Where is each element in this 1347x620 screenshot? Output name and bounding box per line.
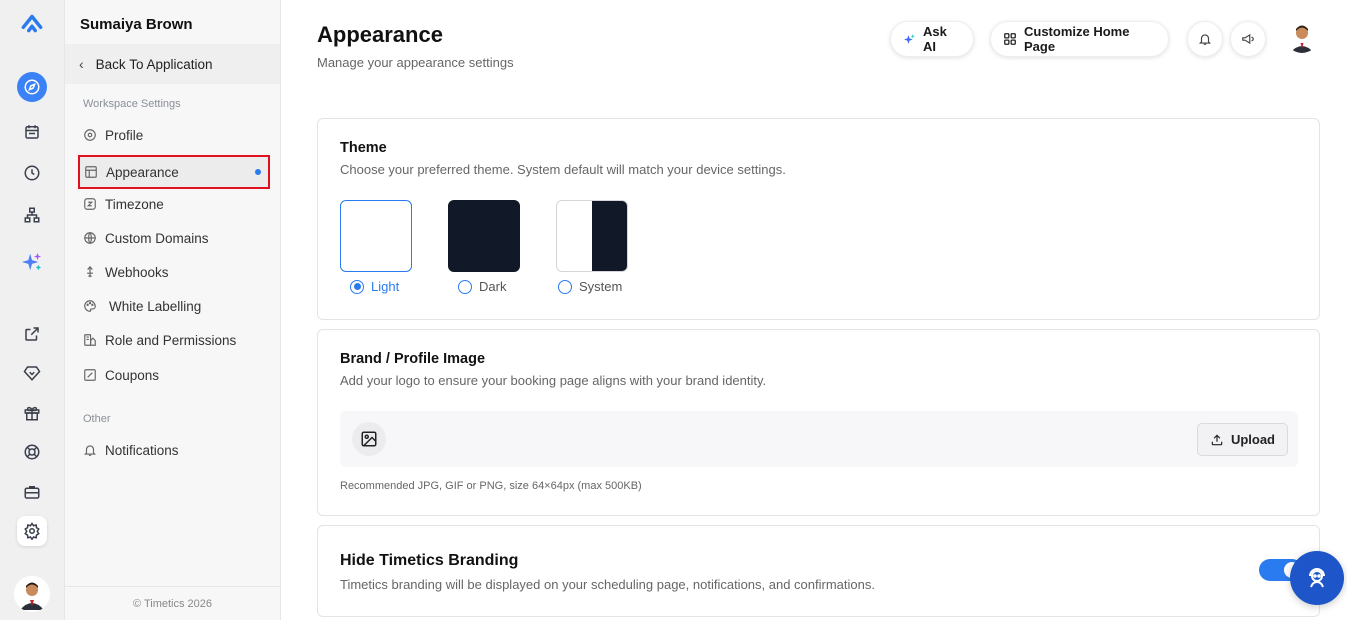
sidebar-item-appearance[interactable]: Appearance — [78, 155, 270, 189]
bell-icon — [1198, 32, 1212, 46]
radio-unselected-icon — [558, 279, 572, 294]
sidebar-item-label: Notifications — [105, 442, 179, 458]
sidebar-item-label: Custom Domains — [105, 230, 209, 246]
upload-icon — [1210, 433, 1224, 447]
theme-card: Theme Choose your preferred theme. Syste… — [317, 118, 1320, 320]
branding-description: Timetics branding will be displayed on y… — [340, 577, 875, 592]
theme-radio-light[interactable]: Light — [350, 279, 399, 294]
user-avatar[interactable] — [14, 576, 50, 612]
theme-option-label: Dark — [479, 279, 507, 294]
back-label: Back To Application — [95, 56, 213, 72]
sidebar-item-role-and-permissions[interactable]: Role and Permissions — [79, 325, 269, 355]
support-agent-icon — [1305, 566, 1329, 590]
theme-title: Theme — [340, 140, 387, 156]
coupon-icon — [83, 368, 97, 382]
sparkles-icon[interactable] — [17, 247, 47, 277]
external-link-icon[interactable] — [17, 319, 47, 349]
branding-title: Hide Timetics Branding — [340, 552, 519, 569]
sidebar-item-profile[interactable]: Profile — [79, 120, 269, 150]
role-icon — [83, 333, 97, 347]
gem-icon[interactable] — [17, 358, 47, 388]
layout-icon — [84, 165, 98, 179]
theme-preview-dark[interactable] — [448, 200, 520, 272]
brand-title: Brand / Profile Image — [340, 351, 486, 367]
section-label-workspace: Workspace Settings — [83, 98, 181, 110]
calendar-icon[interactable] — [17, 117, 47, 147]
gift-icon[interactable] — [17, 398, 47, 428]
customize-label: Customize Home Page — [1024, 24, 1130, 54]
sidebar-item-coupons[interactable]: Coupons — [79, 360, 269, 390]
radio-unselected-icon — [458, 279, 472, 294]
sidebar-item-white-labelling[interactable]: White Labelling — [79, 291, 269, 321]
radio-selected-icon — [350, 279, 364, 294]
theme-preview-light[interactable] — [340, 200, 412, 272]
lifebuoy-icon[interactable] — [17, 437, 47, 467]
upload-label: Upload — [1230, 432, 1275, 447]
ask-ai-button[interactable]: Ask AI — [890, 21, 974, 57]
header-user-avatar[interactable] — [1286, 21, 1318, 53]
settings-sidebar: Sumaiya Brown ‹ Back To Application Work… — [65, 0, 281, 620]
sidebar-item-webhooks[interactable]: Webhooks — [79, 257, 269, 287]
support-chat-button[interactable] — [1290, 551, 1344, 605]
sitemap-icon[interactable] — [17, 200, 47, 230]
footer-copyright: © Timetics 2026 — [65, 586, 280, 620]
chevron-left-icon: ‹ — [79, 56, 84, 72]
sidebar-item-label: Coupons — [105, 367, 160, 383]
gear-icon — [83, 128, 97, 142]
gear-icon[interactable] — [17, 516, 47, 546]
theme-radio-system[interactable]: System — [558, 279, 622, 294]
sidebar-item-notifications[interactable]: Notifications — [79, 435, 269, 465]
upload-button[interactable]: Upload — [1196, 423, 1288, 456]
page-title: Appearance — [317, 22, 443, 47]
theme-description: Choose your preferred theme. System defa… — [340, 162, 786, 177]
notification-bell-button[interactable] — [1187, 21, 1223, 57]
customize-home-page-button[interactable]: Customize Home Page — [990, 21, 1169, 57]
ask-ai-label: Ask AI — [923, 24, 947, 54]
sidebar-item-label: Webhooks — [105, 264, 169, 280]
section-label-other: Other — [83, 413, 111, 425]
brand-description: Add your logo to ensure your booking pag… — [340, 373, 767, 388]
page-subtitle: Manage your appearance settings — [317, 55, 514, 70]
sidebar-item-label: Profile — [105, 127, 144, 143]
icon-rail — [0, 0, 65, 620]
theme-option-label: System — [579, 279, 623, 294]
back-to-application-link[interactable]: ‹ Back To Application — [65, 44, 280, 84]
palette-icon — [83, 299, 97, 313]
bell-icon — [83, 443, 97, 457]
theme-option-label: Light — [371, 279, 400, 294]
webhook-icon — [83, 265, 97, 279]
sidebar-item-timezone[interactable]: Timezone — [79, 189, 269, 219]
sparkles-icon — [903, 33, 916, 46]
sidebar-item-label: Role and Permissions — [105, 332, 237, 348]
active-indicator-dot — [255, 169, 261, 175]
sidebar-item-label: Timezone — [105, 196, 164, 212]
announcements-button[interactable] — [1230, 21, 1266, 57]
sidebar-item-label: White Labelling — [109, 298, 202, 314]
image-icon — [352, 422, 386, 456]
sidebar-item-label: Appearance — [106, 164, 179, 180]
briefcase-icon[interactable] — [17, 477, 47, 507]
image-upload-zone[interactable]: Upload — [340, 411, 1298, 467]
timezone-icon — [83, 197, 97, 211]
clock-icon[interactable] — [17, 158, 47, 188]
hide-branding-card: Hide Timetics Branding Timetics branding… — [317, 525, 1320, 617]
megaphone-icon — [1241, 32, 1255, 46]
compass-icon[interactable] — [17, 72, 47, 102]
globe-icon — [83, 231, 97, 245]
brand-image-card: Brand / Profile Image Add your logo to e… — [317, 329, 1320, 516]
upload-recommendation: Recommended JPG, GIF or PNG, size 64×64p… — [340, 480, 642, 492]
sidebar-item-custom-domains[interactable]: Custom Domains — [79, 223, 269, 253]
theme-radio-dark[interactable]: Dark — [458, 279, 506, 294]
sidebar-user-name: Sumaiya Brown — [80, 16, 193, 33]
theme-preview-system[interactable] — [556, 200, 628, 272]
logo-icon[interactable] — [17, 8, 47, 38]
grid-icon — [1003, 32, 1017, 46]
